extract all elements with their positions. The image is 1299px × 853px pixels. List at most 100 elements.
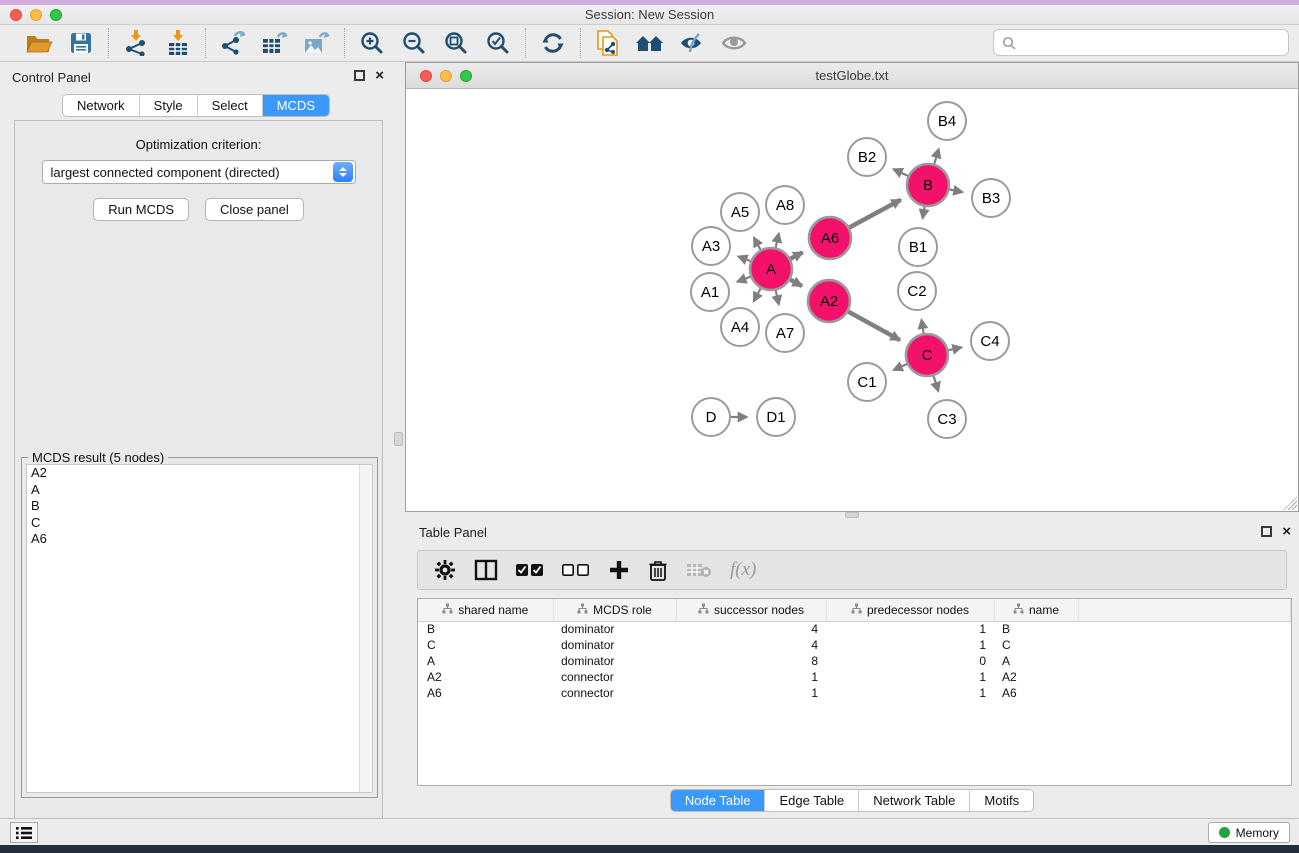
graph-edge-A-A8[interactable] [776,233,779,247]
tab-style[interactable]: Style [140,95,198,116]
mcds-result-item[interactable]: B [27,498,372,515]
table-cell[interactable]: A6 [994,685,1078,701]
graph-edge-A-A4[interactable] [754,288,761,301]
float-panel-icon[interactable] [354,70,365,81]
zoom-fit-icon[interactable] [440,28,472,58]
mcds-result-item[interactable]: A6 [27,531,372,548]
graph-edge-A-A2[interactable] [790,280,802,286]
tab-node-table[interactable]: Node Table [671,790,766,811]
table-cell[interactable]: 4 [676,621,826,637]
save-session-icon[interactable] [65,28,97,58]
table-cell[interactable]: A2 [418,669,553,685]
import-table-icon[interactable] [162,28,194,58]
table-cell[interactable]: dominator [553,637,676,653]
close-network-icon[interactable] [420,70,432,82]
close-panel-icon[interactable]: × [375,70,384,81]
export-image-icon[interactable] [301,28,333,58]
graph-edge-B-B2[interactable] [893,169,908,176]
graph-edge-B-B4[interactable] [934,149,938,164]
graph-edge-B-B1[interactable] [923,207,925,219]
table-cell[interactable]: 4 [676,637,826,653]
task-history-button[interactable] [10,822,38,843]
table-cell[interactable]: 1 [826,637,994,653]
tab-mcds[interactable]: MCDS [263,95,329,116]
function-builder-icon[interactable]: f(x) [730,559,756,581]
mcds-result-item[interactable]: C [27,515,372,532]
table-cell[interactable]: dominator [553,653,676,669]
split-table-icon[interactable] [474,559,498,581]
zoom-selected-icon[interactable] [482,28,514,58]
new-network-from-selection-icon[interactable] [592,28,624,58]
add-column-icon[interactable] [608,559,630,581]
network-canvas[interactable]: B4B2BB3A8A5A6A3B1AC2A1A2A4A7C4CC1DD1C3 [406,89,1298,511]
tab-motifs[interactable]: Motifs [970,790,1033,811]
first-neighbors-icon[interactable] [634,28,666,58]
table-cell[interactable]: B [994,621,1078,637]
run-mcds-button[interactable]: Run MCDS [93,198,189,221]
tab-edge-table[interactable]: Edge Table [765,790,859,811]
column-header-predecessor-nodes[interactable]: predecessor nodes [826,599,994,621]
table-cell[interactable]: connector [553,669,676,685]
graph-edge-C-C1[interactable] [893,364,906,370]
zoom-in-icon[interactable] [356,28,388,58]
close-table-panel-icon[interactable]: × [1282,526,1291,537]
select-all-checkboxes-icon[interactable] [516,562,544,578]
table-cell[interactable]: A6 [418,685,553,701]
column-header-successor-nodes[interactable]: successor nodes [676,599,826,621]
vertical-splitter[interactable] [392,62,405,818]
table-cell[interactable]: A [994,653,1078,669]
table-cell[interactable]: C [418,637,553,653]
table-cell[interactable]: 1 [826,621,994,637]
graph-edge-A-A6[interactable] [790,252,802,258]
table-cell[interactable]: 1 [676,669,826,685]
column-settings-gear-icon[interactable] [434,559,456,581]
graph-edge-A-A7[interactable] [776,290,779,304]
hide-selected-icon[interactable] [676,28,708,58]
tab-select[interactable]: Select [198,95,263,116]
table-cell[interactable]: dominator [553,621,676,637]
table-cell[interactable]: 1 [676,685,826,701]
table-cell[interactable]: 1 [826,685,994,701]
mcds-result-item[interactable]: A2 [27,465,372,482]
graph-edge-C-C4[interactable] [948,347,961,350]
minimize-network-icon[interactable] [440,70,452,82]
table-cell[interactable]: B [418,621,553,637]
graph-edge-A2-C[interactable] [848,312,900,340]
mcds-result-list[interactable]: A2ABCA6 [26,464,373,793]
zoom-window-icon[interactable] [50,9,62,21]
column-header-shared-name[interactable]: shared name [418,599,553,621]
table-cell[interactable]: connector [553,685,676,701]
deselect-all-checkboxes-icon[interactable] [562,562,590,578]
table-cell[interactable]: 0 [826,653,994,669]
mcds-result-item[interactable]: A [27,482,372,499]
zoom-network-icon[interactable] [460,70,472,82]
graph-edge-C-C3[interactable] [934,376,939,391]
table-cell[interactable]: A [418,653,553,669]
graph-edge-B-B3[interactable] [950,189,963,192]
column-header-MCDS-role[interactable]: MCDS role [553,599,676,621]
graph-edge-A6-B[interactable] [849,200,900,228]
table-cell[interactable]: C [994,637,1078,653]
graph-edge-A-A3[interactable] [738,256,750,261]
export-table-icon[interactable] [259,28,291,58]
optimization-criterion-select[interactable]: largest connected component (directed) [42,160,356,184]
splitter-grip[interactable] [394,432,403,446]
close-panel-button[interactable]: Close panel [205,198,304,221]
memory-button[interactable]: Memory [1208,822,1290,843]
tab-network-table[interactable]: Network Table [859,790,970,811]
graph-edge-A-A1[interactable] [737,277,750,282]
search-input[interactable] [1022,35,1280,50]
close-window-icon[interactable] [10,9,22,21]
column-header-name[interactable]: name [994,599,1078,621]
result-list-scrollbar[interactable] [359,465,372,792]
open-file-icon[interactable] [23,28,55,58]
table-cell[interactable]: 1 [826,669,994,685]
table-cell[interactable]: A2 [994,669,1078,685]
float-table-panel-icon[interactable] [1261,526,1272,537]
delete-columns-trash-icon[interactable] [648,559,668,581]
table-row[interactable]: Bdominator41B [418,621,1291,637]
table-row[interactable]: A2connector11A2 [418,669,1291,685]
table-row[interactable]: A6connector11A6 [418,685,1291,701]
tab-network[interactable]: Network [63,95,140,116]
table-cell[interactable]: 8 [676,653,826,669]
